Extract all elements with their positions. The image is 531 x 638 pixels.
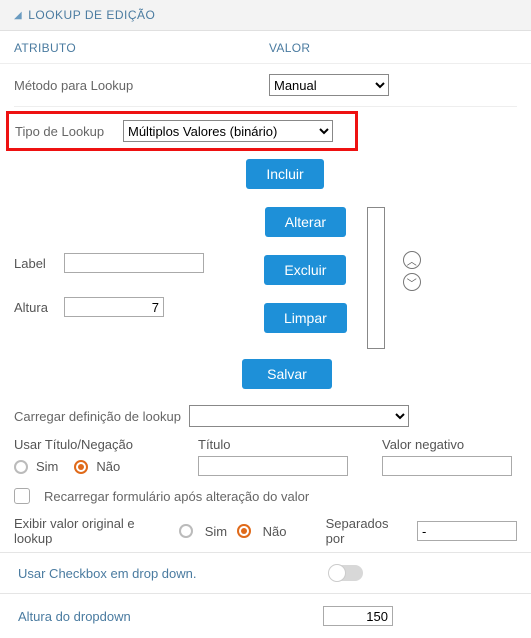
title-label: Título — [198, 437, 358, 452]
chevron-down-icon: ﹀ — [407, 275, 417, 290]
use-title-neg-label: Usar Título/Negação — [14, 437, 174, 452]
move-up-button[interactable]: ︿ — [403, 251, 421, 269]
highlighted-lookup-type: Tipo de Lookup Múltiplos Valores (binári… — [6, 111, 358, 151]
use-title-no-radio[interactable] — [74, 460, 88, 474]
move-down-button[interactable]: ﹀ — [403, 273, 421, 291]
panel-header[interactable]: ◢ LOOKUP DE EDIÇÃO — [0, 0, 531, 31]
alter-button[interactable]: Alterar — [265, 207, 346, 237]
include-button[interactable]: Incluir — [246, 159, 324, 189]
reload-form-checkbox[interactable] — [14, 488, 30, 504]
use-title-yes-radio[interactable] — [14, 460, 28, 474]
label-field-label: Label — [14, 256, 58, 271]
neg-value-label: Valor negativo — [382, 437, 512, 452]
dropdown-height-label: Altura do dropdown — [18, 609, 131, 624]
collapse-icon: ◢ — [14, 10, 22, 21]
lookup-type-select[interactable]: Múltiplos Valores (binário) — [123, 120, 333, 142]
row-lookup-method: Método para Lookup Manual — [14, 64, 517, 107]
separated-by-label: Separados por — [326, 516, 407, 546]
use-title-no-label: Não — [96, 459, 120, 474]
use-title-yes-label: Sim — [36, 459, 58, 474]
col-attribute: ATRIBUTO — [14, 41, 269, 55]
label-input[interactable] — [64, 253, 204, 273]
separated-by-input[interactable] — [417, 521, 517, 541]
show-original-label: Exibir valor original e lookup — [14, 516, 169, 546]
neg-value-input[interactable] — [382, 456, 512, 476]
lookup-type-label: Tipo de Lookup — [15, 124, 123, 139]
show-original-yes-radio[interactable] — [179, 524, 193, 538]
column-headers: ATRIBUTO VALOR — [0, 31, 531, 64]
load-definition-select[interactable] — [189, 405, 409, 427]
use-checkbox-dd-toggle[interactable] — [329, 565, 363, 581]
values-listbox[interactable] — [367, 207, 385, 349]
reload-form-label: Recarregar formulário após alteração do … — [44, 489, 309, 504]
use-checkbox-dd-label: Usar Checkbox em drop down. — [18, 566, 196, 581]
col-value: VALOR — [269, 41, 310, 55]
height-input[interactable] — [64, 297, 164, 317]
load-definition-label: Carregar definição de lookup — [14, 409, 181, 424]
dropdown-height-input[interactable] — [323, 606, 393, 626]
clear-button[interactable]: Limpar — [264, 303, 347, 333]
lookup-method-select[interactable]: Manual — [269, 74, 389, 96]
show-original-no-label: Não — [263, 524, 287, 539]
exclude-button[interactable]: Excluir — [264, 255, 346, 285]
show-original-yes-label: Sim — [205, 524, 227, 539]
title-input[interactable] — [198, 456, 348, 476]
chevron-up-icon: ︿ — [407, 253, 417, 268]
show-original-no-radio[interactable] — [237, 524, 251, 538]
lookup-method-label: Método para Lookup — [14, 78, 269, 93]
save-button[interactable]: Salvar — [242, 359, 332, 389]
height-field-label: Altura — [14, 300, 58, 315]
row-load-definition: Carregar definição de lookup — [0, 399, 531, 433]
panel-title: LOOKUP DE EDIÇÃO — [28, 8, 155, 22]
